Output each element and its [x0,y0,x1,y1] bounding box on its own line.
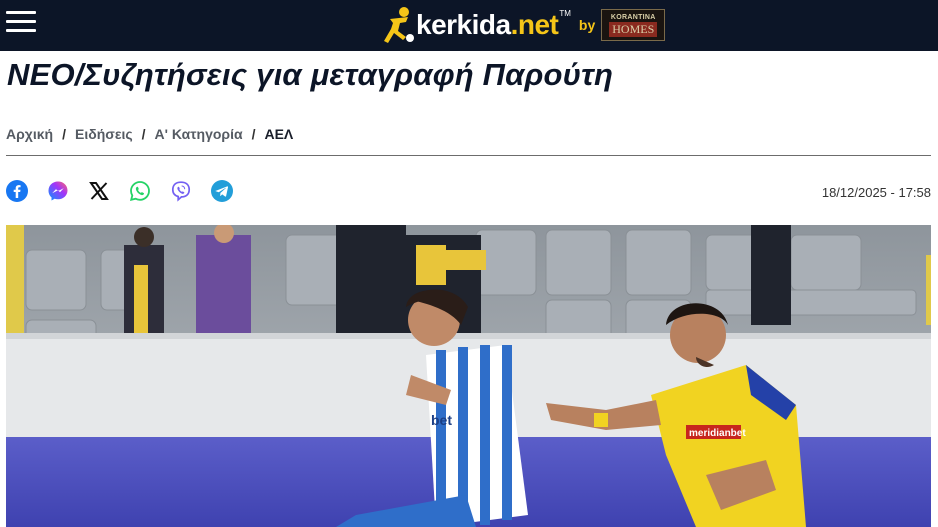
divider [6,155,931,156]
breadcrumb-team[interactable]: ΑΕΛ [264,126,293,142]
breadcrumb-news[interactable]: Ειδήσεις [75,126,133,142]
sponsor-logo[interactable]: KORANTINA HOMES [601,9,666,41]
article-image[interactable]: bet meridianbet [6,225,931,527]
sponsor-top-text: KORANTINA [610,13,656,21]
sponsor-bottom-text: HOMES [609,21,658,37]
menu-icon[interactable] [6,9,36,35]
site-logo[interactable]: kerkida.net TM by KORANTINA HOMES [380,4,666,46]
breadcrumb-separator: / [251,126,256,142]
facebook-icon[interactable] [6,180,28,202]
breadcrumb-category[interactable]: Α' Κατηγορία [155,126,243,142]
breadcrumb: Αρχική / Ειδήσεις / Α' Κατηγορία / ΑΕΛ [6,126,293,142]
breadcrumb-separator: / [62,126,66,142]
football-match-photo: bet meridianbet [6,225,931,527]
site-header: kerkida.net TM by KORANTINA HOMES [0,0,938,51]
article-title: ΝΕΟ/Συζητήσεις για μεταγραφή Παρούτη [7,57,614,92]
logo-wordmark: kerkida.net [416,9,559,40]
share-bar [6,180,252,202]
x-icon[interactable] [88,180,110,202]
viber-icon[interactable] [170,180,192,202]
logo-by-text: by [578,17,596,33]
jersey-sponsor-right: meridianbet [689,428,746,439]
runner-logo-icon [384,7,414,43]
publish-date: 18/12/2025 - 17:58 [821,185,931,200]
logo-trademark: TM [559,8,571,18]
breadcrumb-separator: / [141,126,146,142]
messenger-icon[interactable] [47,180,69,202]
whatsapp-icon[interactable] [129,180,151,202]
logo-main-text: kerkida [416,9,511,40]
telegram-icon[interactable] [211,180,233,202]
jersey-sponsor-left: bet [431,412,452,428]
logo-accent-text: .net [510,9,559,40]
breadcrumb-home[interactable]: Αρχική [6,126,53,142]
